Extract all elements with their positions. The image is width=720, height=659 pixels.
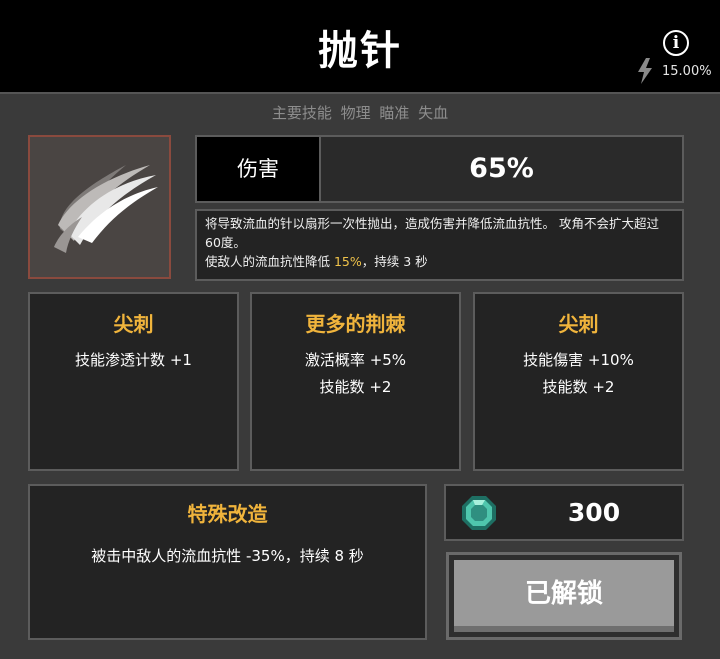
skill-title: 抛针	[318, 28, 402, 74]
chance-value: 15.00%	[662, 64, 712, 79]
modifier-card-3[interactable]: 尖刺 技能傷害 +10% 技能数 +2	[473, 292, 684, 471]
header-bar: 抛针 i 15.00%	[0, 0, 720, 94]
description-suffix: ，持续 3 秒	[361, 254, 428, 269]
description-highlight: 15%	[333, 254, 362, 269]
modifier-title: 尖刺	[558, 312, 599, 336]
skill-tags: 主要技能 物理 瞄准 失血	[271, 104, 449, 122]
thrown-needle-icon	[54, 165, 158, 253]
unlock-button[interactable]: 已解锁	[446, 552, 682, 640]
modifier-effect: 技能渗透计数 +1	[75, 351, 192, 369]
lightning-bolt-icon	[638, 58, 652, 84]
modifier-effect: 技能数 +2	[319, 378, 392, 396]
modifier-effect: 技能数 +2	[542, 378, 615, 396]
damage-stat: 伤害 65%	[195, 135, 684, 203]
description-prefix: 使敌人的流血抗性降低	[205, 254, 334, 269]
skill-icon-frame	[28, 135, 171, 279]
damage-label: 伤害	[197, 137, 321, 201]
unlock-cost: 300	[444, 484, 684, 541]
modifier-title: 尖刺	[113, 312, 154, 336]
modifier-card-1[interactable]: 尖刺 技能渗透计数 +1	[28, 292, 239, 471]
description-line-1: 将导致流血的针以扇形一次性抛出，造成伤害并降低流血抗性。 攻角不会扩大超过60度…	[205, 216, 659, 250]
cost-value: 300	[567, 498, 621, 527]
modifier-effect: 技能傷害 +10%	[523, 351, 634, 369]
description-line-2: 使敌人的流血抗性降低 15%，持续 3 秒	[205, 252, 674, 271]
special-title: 特殊改造	[187, 502, 268, 526]
modifier-title: 更多的荆棘	[305, 312, 406, 336]
damage-value: 65%	[469, 153, 534, 184]
unlock-button-label: 已解锁	[454, 560, 674, 632]
skill-description: 将导致流血的针以扇形一次性抛出，造成伤害并降低流血抗性。 攻角不会扩大超过60度…	[195, 209, 684, 281]
gem-currency-icon	[462, 496, 496, 530]
modifier-effect: 激活概率 +5%	[304, 351, 407, 369]
info-icon[interactable]: i	[663, 30, 689, 56]
modifier-card-2[interactable]: 更多的荆棘 激活概率 +5% 技能数 +2	[250, 292, 461, 471]
special-effect: 被击中敌人的流血抗性 -35%，持续 8 秒	[91, 547, 364, 565]
special-modification: 特殊改造 被击中敌人的流血抗性 -35%，持续 8 秒	[28, 484, 427, 640]
